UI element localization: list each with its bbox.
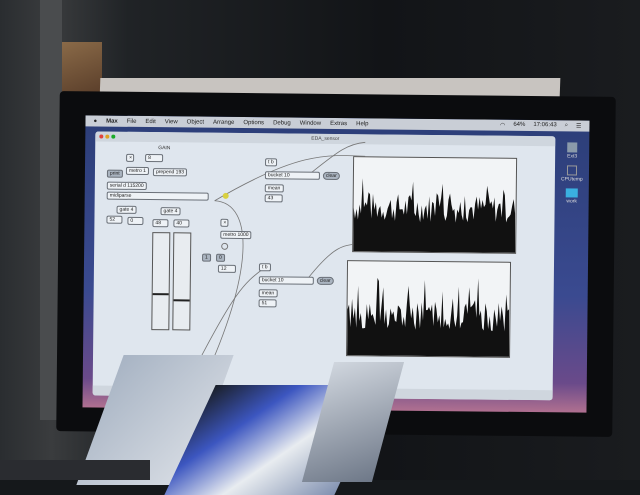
menu-window[interactable]: Window (300, 120, 321, 126)
wifi-icon[interactable]: ◠ (500, 122, 505, 129)
toggle-2[interactable]: × (220, 218, 229, 227)
trigger-top[interactable]: t b (265, 158, 277, 167)
clear-bottom-button[interactable]: clear (316, 276, 334, 285)
disk-icon[interactable] (567, 142, 578, 153)
menu-edit[interactable]: Edit (145, 118, 155, 124)
slider-left[interactable] (151, 232, 171, 331)
number-box-a[interactable]: 52 (106, 215, 123, 224)
message-1[interactable]: 1 (202, 253, 211, 262)
menu-file[interactable]: File (127, 118, 137, 124)
mean-value-bottom[interactable]: 51 (258, 299, 277, 308)
desktop-icon-ext3[interactable]: Ext3 (555, 153, 589, 159)
list-icon[interactable]: ☰ (576, 123, 581, 130)
desktop-icon-work[interactable]: work (555, 198, 589, 204)
gate-object-2[interactable]: gate 4 (160, 207, 181, 216)
slider-right[interactable] (172, 232, 192, 331)
toggle[interactable]: × (126, 153, 135, 162)
clock[interactable]: 17:06:43 (533, 122, 556, 129)
number-box-b[interactable]: 0 (127, 216, 144, 225)
menu-help[interactable]: Help (356, 121, 368, 127)
multislider-top[interactable] (352, 156, 518, 254)
clear-top-button[interactable]: clear (322, 171, 340, 181)
mean-bottom[interactable]: mean (258, 289, 278, 298)
metro-1-object[interactable]: metro 1 (125, 166, 149, 176)
gain-label: GAIN (158, 145, 171, 152)
trigger-bottom[interactable]: t b (258, 263, 271, 272)
number-box-d[interactable]: 40 (173, 219, 190, 228)
file-icon[interactable] (566, 165, 578, 176)
poster (62, 42, 102, 94)
multislider-bottom[interactable] (346, 260, 512, 358)
print-message[interactable]: print (106, 169, 123, 178)
number-box-c[interactable]: 48 (152, 219, 169, 228)
serial-object[interactable]: serial d 115200 (106, 181, 147, 191)
bang-button[interactable] (221, 242, 229, 250)
apple-icon[interactable]: ● (93, 118, 97, 124)
desktop-icons: Ext3 CPUtemp work (554, 136, 589, 226)
number-box-12[interactable]: 12 (217, 264, 236, 273)
bucket-bottom[interactable]: bucket 10 (258, 276, 314, 285)
mean-top[interactable]: mean (264, 184, 284, 193)
histogram-fill (353, 178, 516, 253)
desktop-icon-cputemp[interactable]: CPUtemp (555, 176, 589, 182)
prepend-object[interactable]: prepend 193 (152, 168, 188, 177)
mean-value-top[interactable]: 43 (264, 194, 283, 203)
led-indicator (222, 192, 229, 199)
keyboard (0, 460, 150, 480)
metro-1000-object[interactable]: metro 1000 (220, 230, 252, 240)
search-icon[interactable]: ⌕ (565, 122, 568, 129)
folder-icon[interactable] (565, 188, 578, 198)
bucket-top[interactable]: bucket 10 (264, 171, 320, 180)
menu-debug[interactable]: Debug (273, 120, 291, 126)
menu-arrange[interactable]: Arrange (213, 119, 234, 125)
menu-view[interactable]: View (165, 119, 178, 125)
midiparse-object[interactable]: midiparse (106, 191, 209, 201)
menu-extras[interactable]: Extras (330, 120, 347, 126)
gain-number[interactable]: 8 (145, 153, 164, 163)
histogram-fill (347, 277, 510, 357)
menu-object[interactable]: Object (187, 119, 204, 125)
menu-max[interactable]: Max (106, 118, 118, 124)
menu-options[interactable]: Options (243, 120, 264, 126)
battery-level[interactable]: 64% (513, 122, 525, 129)
gate-object-1[interactable]: gate 4 (116, 205, 137, 214)
message-0[interactable]: 0 (216, 253, 225, 262)
